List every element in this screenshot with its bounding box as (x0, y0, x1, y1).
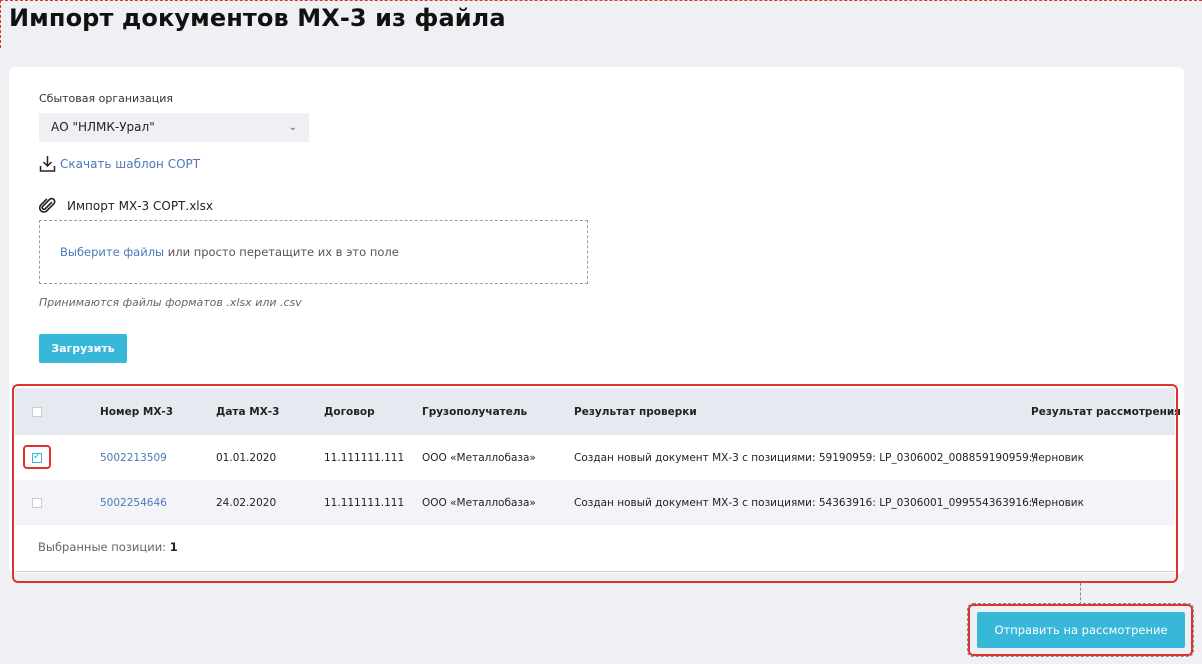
contract: 11.111111.111 (324, 451, 405, 464)
annotation-connector (1080, 583, 1081, 605)
org-label: Сбытовая организация (39, 92, 174, 105)
column-header-date: Дата МХ-3 (216, 405, 280, 418)
column-header-number: Номер МХ-3 (100, 405, 174, 418)
download-template-label: Скачать шаблон СОРТ (60, 157, 201, 171)
table-divider (15, 571, 1175, 572)
documents-table: Номер МХ-3 Дата МХ-3 Договор Грузополуча… (15, 388, 1181, 573)
dropzone-hint: или просто перетащите их в это поле (164, 245, 399, 259)
selected-count-value: 1 (169, 540, 178, 554)
table-row: 5002254646 24.02.2020 11.111111.111 ООО … (15, 480, 1175, 525)
column-header-review-result: Результат рассмотрения (1031, 405, 1181, 418)
org-select[interactable]: АО "НЛМК-Урал" ⌄ (39, 113, 309, 142)
org-select-value: АО "НЛМК-Урал" (51, 120, 155, 134)
row-checkbox[interactable] (32, 497, 42, 508)
paperclip-icon (39, 197, 56, 213)
column-header-contract: Договор (324, 405, 375, 418)
document-number-link[interactable]: 5002254646 (100, 480, 167, 525)
annotation-dashed-border-left (0, 0, 1, 48)
document-number-link[interactable]: 5002213509 (100, 435, 167, 480)
upload-button[interactable]: Загрузить (39, 334, 127, 363)
submit-for-review-button[interactable]: Отправить на рассмотрение (977, 612, 1185, 648)
selected-count: Выбранные позиции: 1 (38, 540, 178, 554)
row-checkbox[interactable] (32, 451, 42, 463)
select-all-checkbox[interactable] (32, 406, 42, 417)
choose-files-link[interactable]: Выберите файлы (60, 245, 164, 259)
annotation-dashed-border-top (0, 0, 1202, 1)
table-row: 5002213509 01.01.2020 11.111111.111 ООО … (15, 435, 1175, 480)
selected-count-label: Выбранные позиции: (38, 540, 170, 554)
attached-file-name: Импорт МХ-3 СОРТ.xlsx (67, 199, 213, 213)
document-date: 01.01.2020 (216, 451, 277, 464)
column-header-consignee: Грузополучатель (422, 405, 528, 418)
download-template-link[interactable]: Скачать шаблон СОРТ (39, 155, 200, 173)
column-header-check-result: Результат проверки (574, 405, 697, 418)
formats-hint: Принимаются файлы форматов .xlsx или .cs… (39, 296, 302, 309)
chevron-down-icon: ⌄ (288, 122, 297, 133)
page-title: Импорт документов МХ-3 из файла (9, 4, 506, 32)
check-result: Создан новый документ МХ-3 с позициями: … (574, 451, 1036, 464)
contract: 11.111111.111 (324, 496, 405, 509)
check-result: Создан новый документ МХ-3 с позициями: … (574, 496, 1036, 509)
review-result: Черновик (1031, 496, 1084, 509)
consignee: ООО «Металлобаза» (422, 451, 536, 464)
document-date: 24.02.2020 (216, 496, 277, 509)
table-header: Номер МХ-3 Дата МХ-3 Договор Грузополуча… (15, 388, 1181, 435)
review-result: Черновик (1031, 451, 1084, 464)
file-dropzone[interactable]: Выберите файлы или просто перетащите их … (39, 220, 588, 284)
consignee: ООО «Металлобаза» (422, 496, 536, 509)
attached-file: Импорт МХ-3 СОРТ.xlsx (39, 197, 213, 215)
download-icon (39, 156, 56, 172)
